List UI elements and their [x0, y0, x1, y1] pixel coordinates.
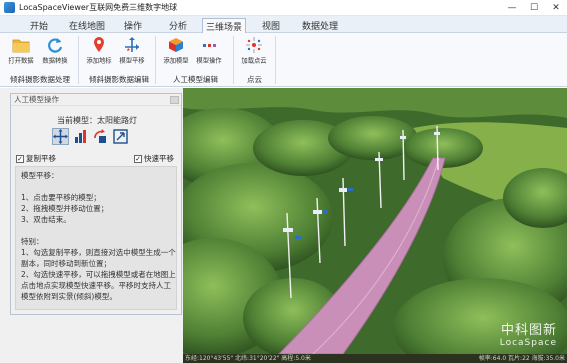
group-label-manual-model: 人工模型编辑 [173, 75, 218, 84]
add-model-button[interactable]: 添加模型 [161, 36, 191, 70]
rotate-icon [94, 129, 106, 143]
panel-title: 人工模型操作 [11, 94, 181, 106]
current-model-row: 当前模型：太阳能路灯 [11, 115, 183, 126]
move-arrows-icon [123, 36, 141, 54]
rotate-tool-button[interactable] [92, 128, 109, 145]
tab-data-processing[interactable]: 数据处理 [296, 18, 344, 33]
terrain-scene [183, 88, 567, 354]
minimize-button[interactable]: — [501, 0, 523, 16]
copy-translate-checkbox[interactable]: ✓ 复制平移 [16, 153, 56, 164]
current-model-label: 当前模型： [57, 116, 97, 125]
close-button[interactable]: ✕ [545, 0, 567, 16]
translate-tool-button[interactable] [52, 128, 69, 145]
watermark: 中科图新 LocaSpace [499, 323, 557, 348]
dots-icon [200, 36, 218, 54]
status-bar: 东经:120°43'55" 北纬:31°20'22" 高程:5.0米 帧率:64… [183, 354, 567, 363]
refresh-icon [46, 36, 64, 54]
app-title: LocaSpaceViewer互联网免费三维数字地球 [19, 3, 178, 12]
folder-icon [12, 36, 30, 54]
group-label-oblique-editing: 倾斜摄影数据编辑 [89, 75, 149, 84]
scale-tool-button[interactable] [72, 128, 89, 145]
status-coordinates: 东经:120°43'55" 北纬:31°20'22" 高程:5.0米 [185, 355, 311, 362]
group-label-oblique-processing: 倾斜摄影数据处理 [10, 75, 70, 84]
model-operation-panel: 人工模型操作 当前模型：太阳能路灯 ✓ 复制平移 ✓ 快速平移 模型平移： 1、… [10, 93, 182, 315]
open-data-button[interactable]: 打开数据 [6, 36, 36, 70]
3d-viewport[interactable]: 中科图新 LocaSpace [183, 88, 567, 354]
bar-scale-icon [75, 130, 86, 143]
data-convert-button[interactable]: 数据转换 [40, 36, 70, 70]
cube-icon [167, 36, 185, 54]
tab-start[interactable]: 开始 [22, 18, 56, 33]
group-label-point-cloud: 点云 [247, 75, 262, 84]
tab-3d-scene[interactable]: 三维场景 [202, 18, 246, 33]
maximize-button[interactable]: ☐ [523, 0, 545, 16]
status-render-info: 帧率:64.0 瓦片:22 海拔:35.0米 [478, 355, 565, 362]
checkbox-check-icon: ✓ [134, 154, 142, 163]
panel-close-button[interactable] [170, 96, 179, 104]
add-placemark-button[interactable]: 添加地标 [84, 36, 114, 70]
current-model-value: 太阳能路灯 [97, 116, 137, 125]
resize-tool-button[interactable] [112, 128, 129, 145]
app-logo-icon [4, 2, 15, 13]
ribbon-separator [155, 36, 156, 84]
tab-online-map[interactable]: 在线地图 [62, 18, 112, 33]
checkbox-check-icon: ✓ [16, 154, 24, 163]
point-cloud-icon [245, 36, 263, 54]
model-operation-button[interactable]: 模型操作 [194, 36, 224, 70]
ribbon-separator [78, 36, 79, 84]
menu-bar: 开始 在线地图 操作 分析 三维场景 视图 数据处理 [0, 16, 567, 33]
map-pin-icon [90, 36, 108, 54]
ribbon-separator [275, 36, 276, 84]
tab-view[interactable]: 视图 [256, 18, 286, 33]
load-point-cloud-button[interactable]: 加载点云 [239, 36, 269, 70]
quick-translate-checkbox[interactable]: ✓ 快速平移 [134, 153, 174, 164]
tab-operation[interactable]: 操作 [118, 18, 148, 33]
move-icon [53, 129, 68, 144]
ribbon-separator [233, 36, 234, 84]
ribbon: 打开数据 数据转换 倾斜摄影数据处理 添加地标 模型平移 倾斜摄影数据编辑 添加… [0, 33, 567, 87]
title-bar: LocaSpaceViewer互联网免费三维数字地球 — ☐ ✕ [0, 0, 567, 16]
tab-analysis[interactable]: 分析 [163, 18, 193, 33]
help-text: 模型平移： 1、点击要平移的模型； 2、拖拽模型并移动位置； 3、双击结束。 特… [15, 166, 177, 310]
expand-icon [113, 129, 128, 144]
model-translate-button[interactable]: 模型平移 [117, 36, 147, 70]
